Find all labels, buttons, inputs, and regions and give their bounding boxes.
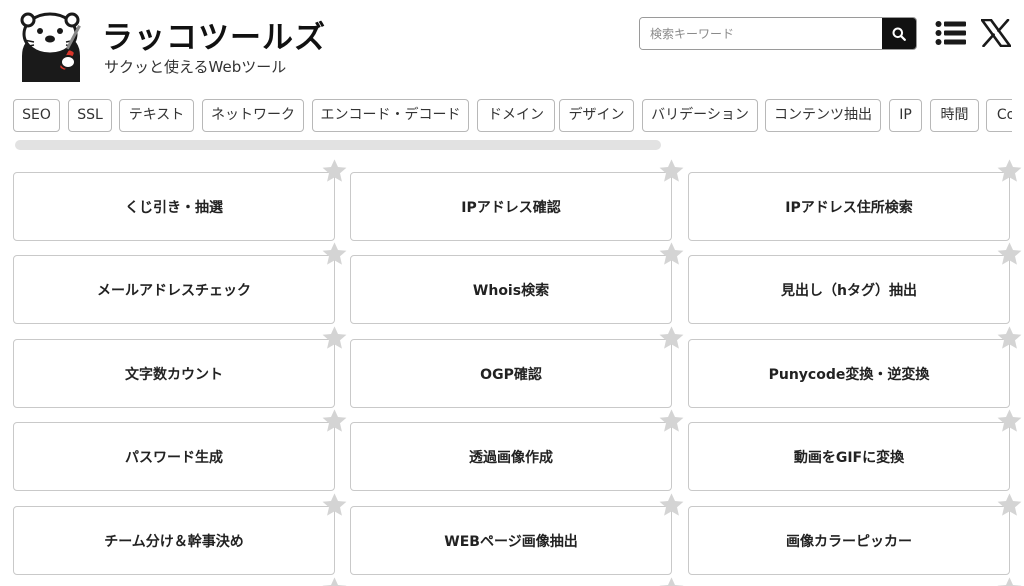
otter-mascot-logo[interactable]: [16, 10, 92, 82]
category-tag[interactable]: バリデーション: [642, 99, 758, 132]
tool-card[interactable]: 文字数カウント: [13, 339, 335, 408]
star-icon[interactable]: [996, 158, 1023, 185]
tool-card[interactable]: メールアドレスチェック: [13, 255, 335, 324]
search-input[interactable]: [640, 18, 884, 49]
star-icon[interactable]: [658, 158, 685, 185]
star-icon[interactable]: [658, 241, 685, 268]
menu-button[interactable]: [934, 18, 968, 48]
star-icon[interactable]: [321, 576, 348, 586]
category-tag[interactable]: SEO: [13, 99, 60, 132]
tool-card[interactable]: 透過画像作成: [350, 422, 672, 491]
star-icon[interactable]: [996, 241, 1023, 268]
site-subtitle: サクッと使えるWebツール: [104, 58, 287, 76]
star-icon[interactable]: [321, 408, 348, 435]
x-link[interactable]: [980, 17, 1012, 49]
star-icon[interactable]: [658, 408, 685, 435]
x-logo-icon: [981, 19, 1011, 47]
tool-card[interactable]: チーム分け＆幹事決め: [13, 506, 335, 575]
category-tag[interactable]: ドメイン: [477, 99, 555, 132]
star-icon[interactable]: [321, 492, 348, 519]
tool-card[interactable]: 見出し（hタグ）抽出: [688, 255, 1010, 324]
page: ラッコツールズ サクッと使えるWebツール 検索キーワード SEO SSL テキ…: [0, 0, 1024, 586]
category-tag-bar: SEO SSL テキスト ネットワーク エンコード・デコード ドメイン デザイン バリデーショ…: [13, 99, 1012, 133]
category-tag[interactable]: IP: [889, 99, 922, 132]
star-icon[interactable]: [996, 408, 1023, 435]
star-icon[interactable]: [658, 576, 685, 586]
star-icon[interactable]: [658, 492, 685, 519]
star-icon[interactable]: [321, 158, 348, 185]
list-menu-icon: [935, 21, 966, 45]
star-icon[interactable]: [996, 325, 1023, 352]
tool-card[interactable]: OGP確認: [350, 339, 672, 408]
category-tag[interactable]: テキスト: [119, 99, 194, 132]
tool-card[interactable]: IPアドレス確認: [350, 172, 672, 241]
category-tag[interactable]: エンコード・デコード: [312, 99, 469, 132]
search-icon: [892, 27, 906, 41]
site-header: ラッコツールズ サクッと使えるWebツール: [0, 0, 1024, 95]
category-tag[interactable]: ネットワーク: [202, 99, 304, 132]
tool-card[interactable]: 動画をGIFに変換: [688, 422, 1010, 491]
category-tag[interactable]: コンテンツ抽出: [765, 99, 881, 132]
star-icon[interactable]: [658, 325, 685, 352]
star-icon[interactable]: [321, 325, 348, 352]
tool-card[interactable]: パスワード生成: [13, 422, 335, 491]
tool-card[interactable]: Whois検索: [350, 255, 672, 324]
tool-card[interactable]: WEBページ画像抽出: [350, 506, 672, 575]
category-tag[interactable]: SSL: [68, 99, 112, 132]
search-box: [639, 17, 917, 50]
tag-scrollbar[interactable]: [15, 140, 661, 150]
star-icon[interactable]: [996, 492, 1023, 519]
tool-card[interactable]: IPアドレス住所検索: [688, 172, 1010, 241]
search-button[interactable]: [882, 18, 916, 49]
tool-card[interactable]: 画像カラーピッカー: [688, 506, 1010, 575]
star-icon[interactable]: [996, 576, 1023, 586]
site-title[interactable]: ラッコツールズ: [102, 12, 326, 57]
category-tag[interactable]: デザイン: [559, 99, 634, 132]
star-icon[interactable]: [321, 241, 348, 268]
tool-card[interactable]: くじ引き・抽選: [13, 172, 335, 241]
category-tag[interactable]: Co: [986, 99, 1012, 132]
tool-card[interactable]: Punycode変換・逆変換: [688, 339, 1010, 408]
category-tag[interactable]: 時間: [930, 99, 979, 132]
